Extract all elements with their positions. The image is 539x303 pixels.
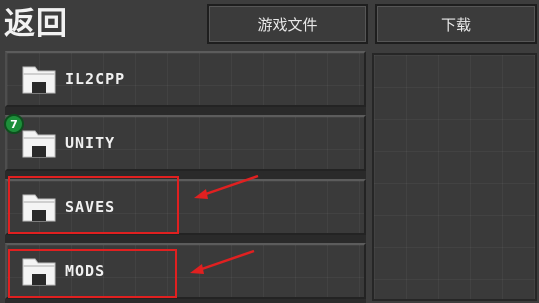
back-button[interactable]: 返回 bbox=[4, 2, 68, 46]
file-row-il2cpp[interactable]: IL2CPP bbox=[5, 51, 366, 107]
tab-game-files[interactable]: 游戏文件 bbox=[207, 4, 368, 44]
file-row-unity[interactable]: 7 UNITY bbox=[4, 114, 366, 171]
file-row-label: MODS bbox=[65, 262, 106, 280]
download-panel bbox=[372, 53, 537, 301]
file-row-label: SAVES bbox=[65, 198, 116, 216]
folder-icon bbox=[22, 194, 56, 222]
folder-icon bbox=[22, 66, 56, 94]
folder-icon bbox=[22, 130, 56, 158]
folder-icon bbox=[22, 258, 56, 286]
file-row-label: IL2CPP bbox=[65, 70, 126, 88]
file-row-label: UNITY bbox=[65, 134, 116, 152]
row-divider bbox=[5, 107, 366, 115]
file-list: IL2CPP 7 UNITY SAVES MODS bbox=[4, 51, 366, 303]
tab-download[interactable]: 下载 bbox=[375, 4, 537, 44]
file-row-mods[interactable]: MODS bbox=[5, 243, 366, 299]
notification-badge: 7 bbox=[4, 114, 24, 134]
file-row-saves[interactable]: SAVES bbox=[5, 179, 366, 235]
row-divider bbox=[5, 235, 366, 243]
tab-download-label: 下载 bbox=[440, 15, 471, 34]
row-divider bbox=[5, 171, 366, 179]
tab-game-files-label: 游戏文件 bbox=[257, 15, 318, 34]
